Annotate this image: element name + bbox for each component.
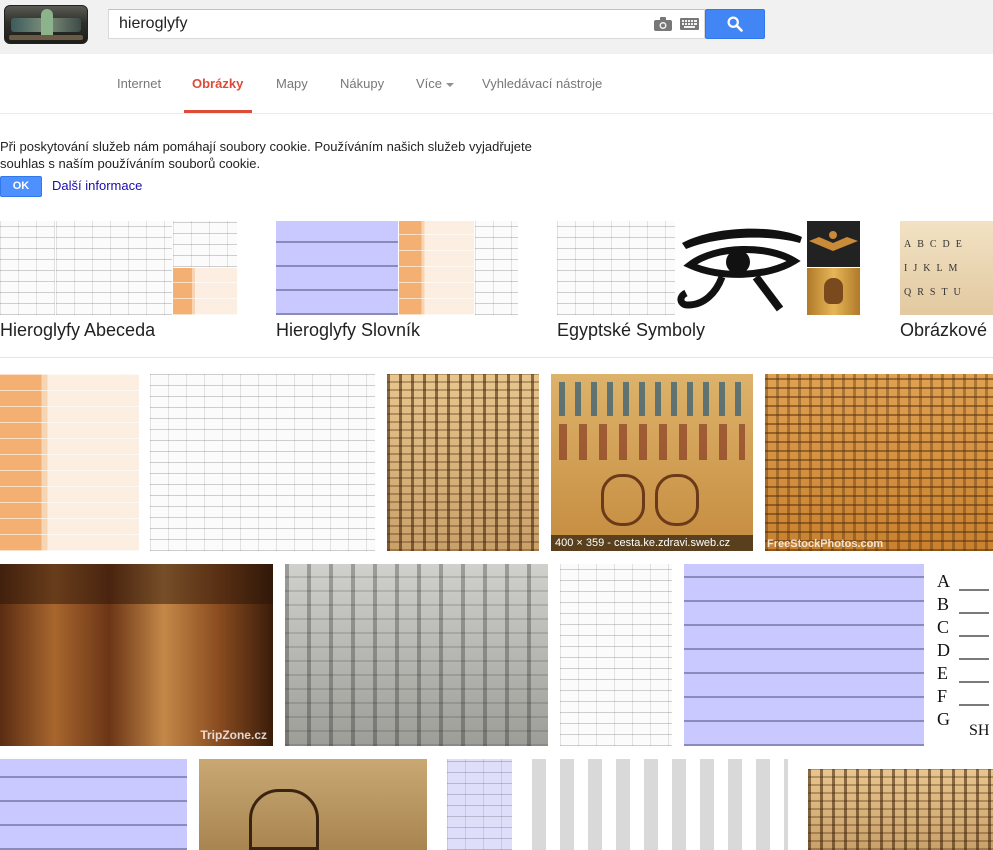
eye-of-horus-thumb — [676, 221, 806, 315]
related-thumb — [0, 221, 55, 315]
related-search-2[interactable]: Hieroglyfy Slovník — [276, 221, 518, 346]
related-thumb — [173, 268, 237, 315]
image-result[interactable]: TripZone.cz — [0, 564, 273, 746]
image-result[interactable] — [532, 759, 788, 850]
keyboard-icon[interactable] — [680, 18, 699, 30]
alphabet-letter: B — [937, 594, 950, 614]
alphabet-row-glyphs: IJKLM — [904, 263, 964, 274]
cartouche — [601, 474, 645, 526]
image-result[interactable] — [684, 564, 924, 746]
painting-band — [559, 424, 745, 460]
page: Internet Obrázky Mapy Nákupy Více Vyhled… — [0, 0, 993, 850]
related-search-label: Hieroglyfy Slovník — [276, 320, 421, 340]
alphabet-row-glyphs: QRSTU — [904, 287, 967, 298]
eye-of-horus-icon — [677, 228, 802, 312]
image-result[interactable] — [0, 374, 139, 551]
alphabet-row-glyphs: ABCDE — [904, 239, 968, 250]
tab-shopping[interactable]: Nákupy — [340, 76, 384, 91]
related-thumb — [399, 221, 474, 315]
glyph-column — [959, 576, 989, 706]
watermark: FreeStockPhotos.com — [767, 538, 884, 550]
related-thumb — [173, 221, 237, 267]
image-result[interactable]: A B C D E F G SH — [935, 570, 993, 740]
image-result[interactable] — [808, 769, 993, 850]
related-thumbs — [276, 221, 518, 315]
alphabet-letter: F — [937, 686, 948, 706]
tab-more[interactable]: Více — [416, 76, 455, 91]
related-thumb — [557, 221, 675, 315]
related-thumb — [276, 221, 398, 315]
cartouche — [655, 474, 699, 526]
tab-search-tools[interactable]: Vyhledávací nástroje — [482, 76, 602, 91]
alphabet-letter: D — [937, 640, 950, 660]
search-tabs: Internet Obrázky Mapy Nákupy Více Vyhled… — [0, 54, 993, 114]
temple-shadow — [0, 564, 273, 604]
alphabet-letter: C — [937, 617, 950, 637]
chevron-down-icon — [446, 82, 455, 87]
painting-band — [559, 382, 745, 416]
watermark-suffix: .cz — [250, 728, 267, 742]
tutankhamun-thumb — [807, 268, 860, 315]
alphabet-letter: E — [937, 663, 948, 683]
search-input[interactable] — [109, 10, 649, 38]
related-search-label: Obrázkové — [900, 320, 988, 340]
alphabet-letters: A B C D E F G — [937, 570, 957, 731]
related-search-1[interactable]: Hieroglyfy Abeceda — [0, 221, 240, 346]
image-result[interactable] — [560, 564, 672, 746]
divider — [0, 357, 993, 358]
related-search-3[interactable]: Egyptské Symboly — [557, 221, 860, 346]
mask-face — [824, 278, 843, 304]
cookie-notice: Při poskytování služeb nám pomáhají soub… — [0, 138, 560, 197]
search-box — [108, 9, 705, 39]
related-thumb — [475, 221, 518, 315]
logo-base — [9, 35, 83, 40]
cookie-ok-button[interactable]: OK — [0, 176, 42, 197]
related-search-4[interactable]: ABCDE IJKLM QRSTU Obrázkové — [900, 221, 993, 346]
active-tab-indicator — [184, 110, 252, 113]
alphabet-letter: A — [937, 571, 950, 591]
cookie-more-link[interactable]: Další informace — [52, 178, 142, 193]
related-thumbs — [557, 221, 860, 315]
tab-internet[interactable]: Internet — [117, 76, 161, 91]
image-result[interactable] — [150, 374, 375, 551]
watermark: TripZone.cz — [200, 728, 267, 742]
image-caption: 400 × 359 - cesta.ke.zdravi.sweb.cz — [551, 535, 753, 551]
image-result[interactable] — [387, 374, 539, 551]
cookie-text: Při poskytování služeb nám pomáhají soub… — [0, 139, 532, 171]
image-result[interactable] — [0, 759, 187, 850]
search-button[interactable] — [705, 9, 765, 39]
image-result[interactable] — [285, 564, 548, 746]
image-result[interactable]: 400 × 359 - cesta.ke.zdravi.sweb.cz — [551, 374, 753, 551]
watermark-name: TripZone — [200, 728, 251, 742]
tab-images[interactable]: Obrázky — [192, 76, 243, 91]
related-search-label: Egyptské Symboly — [557, 320, 706, 340]
camera-icon[interactable] — [654, 17, 672, 31]
related-thumbs — [0, 221, 237, 315]
tab-more-label: Více — [416, 76, 443, 91]
image-result[interactable] — [199, 759, 427, 850]
image-result[interactable] — [447, 759, 512, 850]
related-search-label: Hieroglyfy Abeceda — [0, 320, 156, 340]
alphabet-letter: SH — [969, 722, 990, 739]
image-result[interactable]: FreeStockPhotos.com — [765, 374, 993, 551]
related-thumbs: ABCDE IJKLM QRSTU — [900, 221, 993, 315]
header-bar — [0, 0, 993, 54]
bird-icon — [809, 231, 858, 251]
related-thumb — [56, 221, 172, 315]
alphabet-letter: G — [937, 709, 950, 729]
doodle-logo[interactable] — [4, 5, 88, 44]
tab-maps[interactable]: Mapy — [276, 76, 308, 91]
relief-figure — [249, 789, 319, 850]
related-thumb: ABCDE IJKLM QRSTU — [900, 221, 993, 315]
search-icon — [727, 16, 743, 32]
related-thumb — [807, 221, 860, 267]
